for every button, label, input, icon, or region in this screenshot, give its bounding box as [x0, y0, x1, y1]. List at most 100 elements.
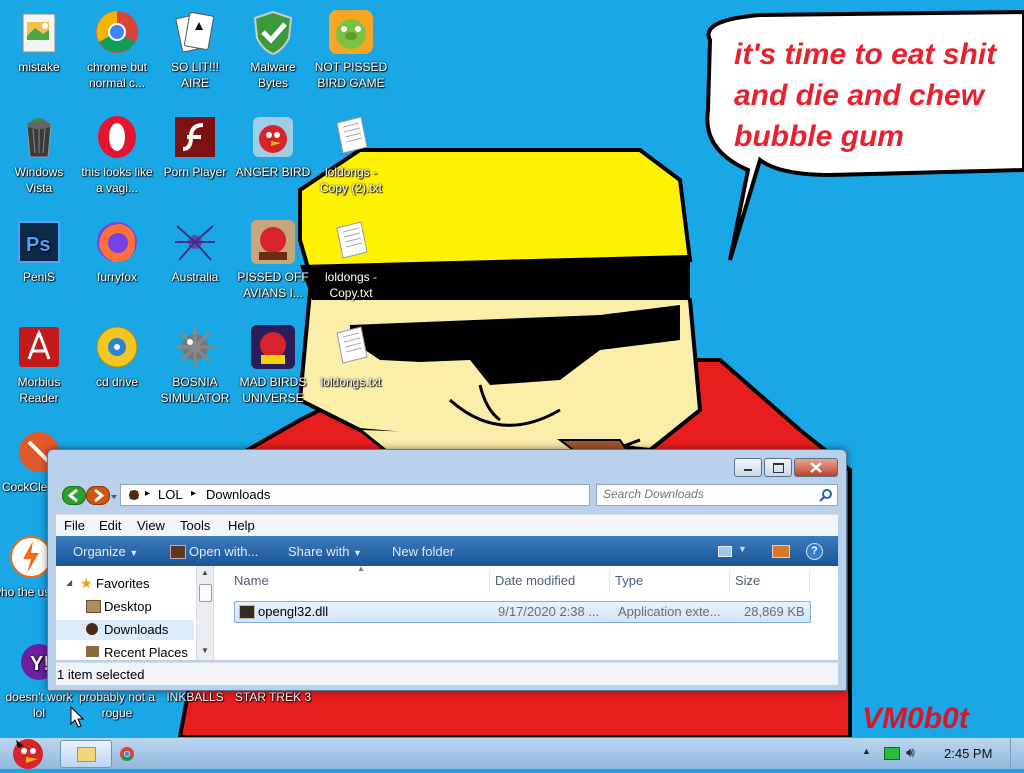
text-file-icon	[336, 221, 368, 259]
scroll-thumb[interactable]	[199, 584, 212, 602]
preview-pane-button[interactable]	[772, 545, 790, 558]
red-bird-start-icon	[13, 739, 43, 769]
desktop-icon-solitaire[interactable]: SO LIT!!! AIRE	[156, 8, 234, 91]
taskbar-chrome-button[interactable]	[112, 740, 142, 766]
help-button[interactable]: ?	[806, 543, 823, 560]
desktop-icon-chrome[interactable]: chrome but normal c...	[78, 8, 156, 91]
desktop-icon-spider[interactable]: Australia	[156, 218, 234, 285]
column-header-date[interactable]: Date modified	[495, 573, 575, 588]
maximize-button[interactable]	[764, 458, 792, 477]
minimize-button[interactable]	[734, 458, 762, 477]
chevron-down-icon: ▼	[738, 544, 747, 554]
desktop-icon-firefox[interactable]: furryfox	[78, 218, 156, 285]
desktop-icon-photoshop[interactable]: Ps PeniS	[0, 218, 78, 285]
chrome-icon	[120, 747, 134, 761]
desktop-icon-loldongs-copy[interactable]: loldongs - Copy.txt	[312, 218, 390, 301]
seasons-bird-icon	[251, 220, 295, 264]
taskbar-explorer-button[interactable]	[60, 740, 112, 768]
show-hidden-icons-button[interactable]: ▲	[862, 746, 871, 756]
desktop-icon-opera[interactable]: this looks like a vagi...	[78, 113, 156, 196]
opera-icon	[98, 116, 136, 158]
search-icon[interactable]	[819, 488, 833, 502]
close-button[interactable]	[794, 458, 838, 477]
solitaire-icon	[175, 11, 214, 53]
new-folder-button[interactable]: New folder	[392, 544, 454, 559]
organize-button[interactable]: Organize ▼	[73, 544, 138, 559]
navigation-pane: ◢ ★ Favorites Desktop Downloads Recent P…	[56, 566, 214, 660]
desktop-icon-bird-game[interactable]: NOT PISSED BIRD GAME	[312, 8, 390, 91]
star-icon: ★	[80, 575, 93, 591]
table-row[interactable]: opengl32.dll 9/17/2020 2:38 ... Applicat…	[234, 601, 811, 623]
breadcrumb-lol[interactable]: LOL	[158, 487, 183, 502]
svg-text:Ps: Ps	[26, 234, 50, 256]
open-with-button[interactable]: Open with...	[189, 544, 258, 559]
breadcrumb-separator-icon: ▸	[191, 488, 197, 499]
scroll-down-icon: ▼	[201, 646, 209, 655]
share-with-button[interactable]: Share with ▼	[288, 544, 362, 559]
nav-recent-places[interactable]: Recent Places	[56, 643, 213, 660]
expand-arrow-icon: ◢	[66, 578, 73, 587]
start-button[interactable]	[2, 732, 54, 770]
minimize-icon	[744, 469, 752, 471]
desktop-icon-anger-bird[interactable]: ANGER BIRD	[234, 113, 312, 180]
menu-edit[interactable]: Edit	[99, 518, 121, 533]
desktop-icon-recycle-bin[interactable]: Windows Vista	[0, 113, 78, 196]
folder-location-icon	[129, 490, 139, 500]
desktop-icon-loldongs-copy2[interactable]: loldongs - Copy (2).txt	[312, 113, 390, 196]
status-text: 1 item selected	[57, 667, 145, 682]
desktop-icon-minesweeper[interactable]: BOSNIA SIMULATOR	[156, 323, 234, 406]
column-separator	[489, 570, 490, 592]
desktop-icon-cd-drive[interactable]: cd drive	[78, 323, 156, 390]
photoshop-icon: Ps	[18, 221, 60, 263]
breadcrumb-separator-icon: ▸	[145, 488, 151, 499]
desktop-icon-pdf-reader[interactable]: Morbius Reader	[0, 323, 78, 406]
nav-scrollbar[interactable]: ▲ ▼	[196, 566, 213, 660]
volume-icon[interactable]: 🔊︎	[906, 744, 915, 761]
wallpaper-signature: VM0b0t	[862, 702, 969, 735]
close-icon	[810, 462, 822, 473]
column-header-type[interactable]: Type	[615, 573, 643, 588]
file-type: Application exte...	[618, 604, 721, 619]
address-bar[interactable]: ▸ LOL ▸ Downloads ▼	[120, 484, 648, 506]
desktop-icon-mad-birds[interactable]: MAD BIRDS UNIVERSE	[234, 323, 312, 406]
firefox-icon	[97, 222, 137, 262]
desktop-icon-mistake[interactable]: mistake	[0, 8, 78, 75]
menu-tools[interactable]: Tools	[180, 518, 210, 533]
network-icon[interactable]	[884, 747, 900, 760]
chevron-down-icon	[111, 495, 117, 499]
menu-file[interactable]: File	[64, 518, 85, 533]
file-date: 9/17/2020 2:38 ...	[498, 604, 600, 619]
nav-desktop[interactable]: Desktop	[56, 597, 213, 617]
recent-pages-dropdown[interactable]	[110, 490, 118, 499]
search-input[interactable]	[597, 485, 819, 503]
explorer-folder-icon	[77, 747, 96, 762]
speech-line-3: bubble gum	[734, 120, 904, 153]
change-view-button[interactable]: ▼	[718, 544, 748, 558]
nav-favorites[interactable]: ◢ ★ Favorites	[56, 574, 213, 594]
scroll-up-icon: ▲	[201, 568, 209, 577]
clock[interactable]: 2:45 PM	[944, 746, 992, 761]
desktop-icon-pissed-avians[interactable]: PISSED OFF AVIANS I...	[234, 218, 312, 301]
desktop-icon-flash[interactable]: Porn Player	[156, 113, 234, 180]
menu-view[interactable]: View	[137, 518, 165, 533]
explorer-window[interactable]: ▸ LOL ▸ Downloads ▼ File Edit View Tools…	[47, 449, 847, 691]
column-header-size[interactable]: Size	[735, 573, 760, 588]
column-separator	[729, 570, 730, 592]
show-desktop-button[interactable]	[1010, 738, 1024, 768]
desktop-icon-malwarebytes[interactable]: Malware Bytes	[234, 8, 312, 91]
chrome-icon	[96, 11, 138, 53]
forward-button[interactable]	[86, 486, 110, 505]
back-button[interactable]	[62, 486, 86, 505]
column-header-name[interactable]: Name	[234, 573, 269, 588]
downloads-folder-icon	[86, 623, 98, 635]
speech-line-2: and die and chew	[734, 79, 985, 112]
search-box[interactable]	[596, 484, 838, 506]
menu-help[interactable]: Help	[228, 518, 255, 533]
nav-downloads[interactable]: Downloads	[56, 620, 194, 640]
open-with-icon	[170, 545, 186, 559]
breadcrumb-downloads[interactable]: Downloads	[206, 487, 270, 502]
menu-bar: File Edit View Tools Help	[56, 514, 838, 537]
desktop-icon-loldongs[interactable]: loldongs.txt	[312, 323, 390, 390]
back-arrow-icon	[67, 488, 78, 503]
view-icon	[718, 546, 732, 557]
